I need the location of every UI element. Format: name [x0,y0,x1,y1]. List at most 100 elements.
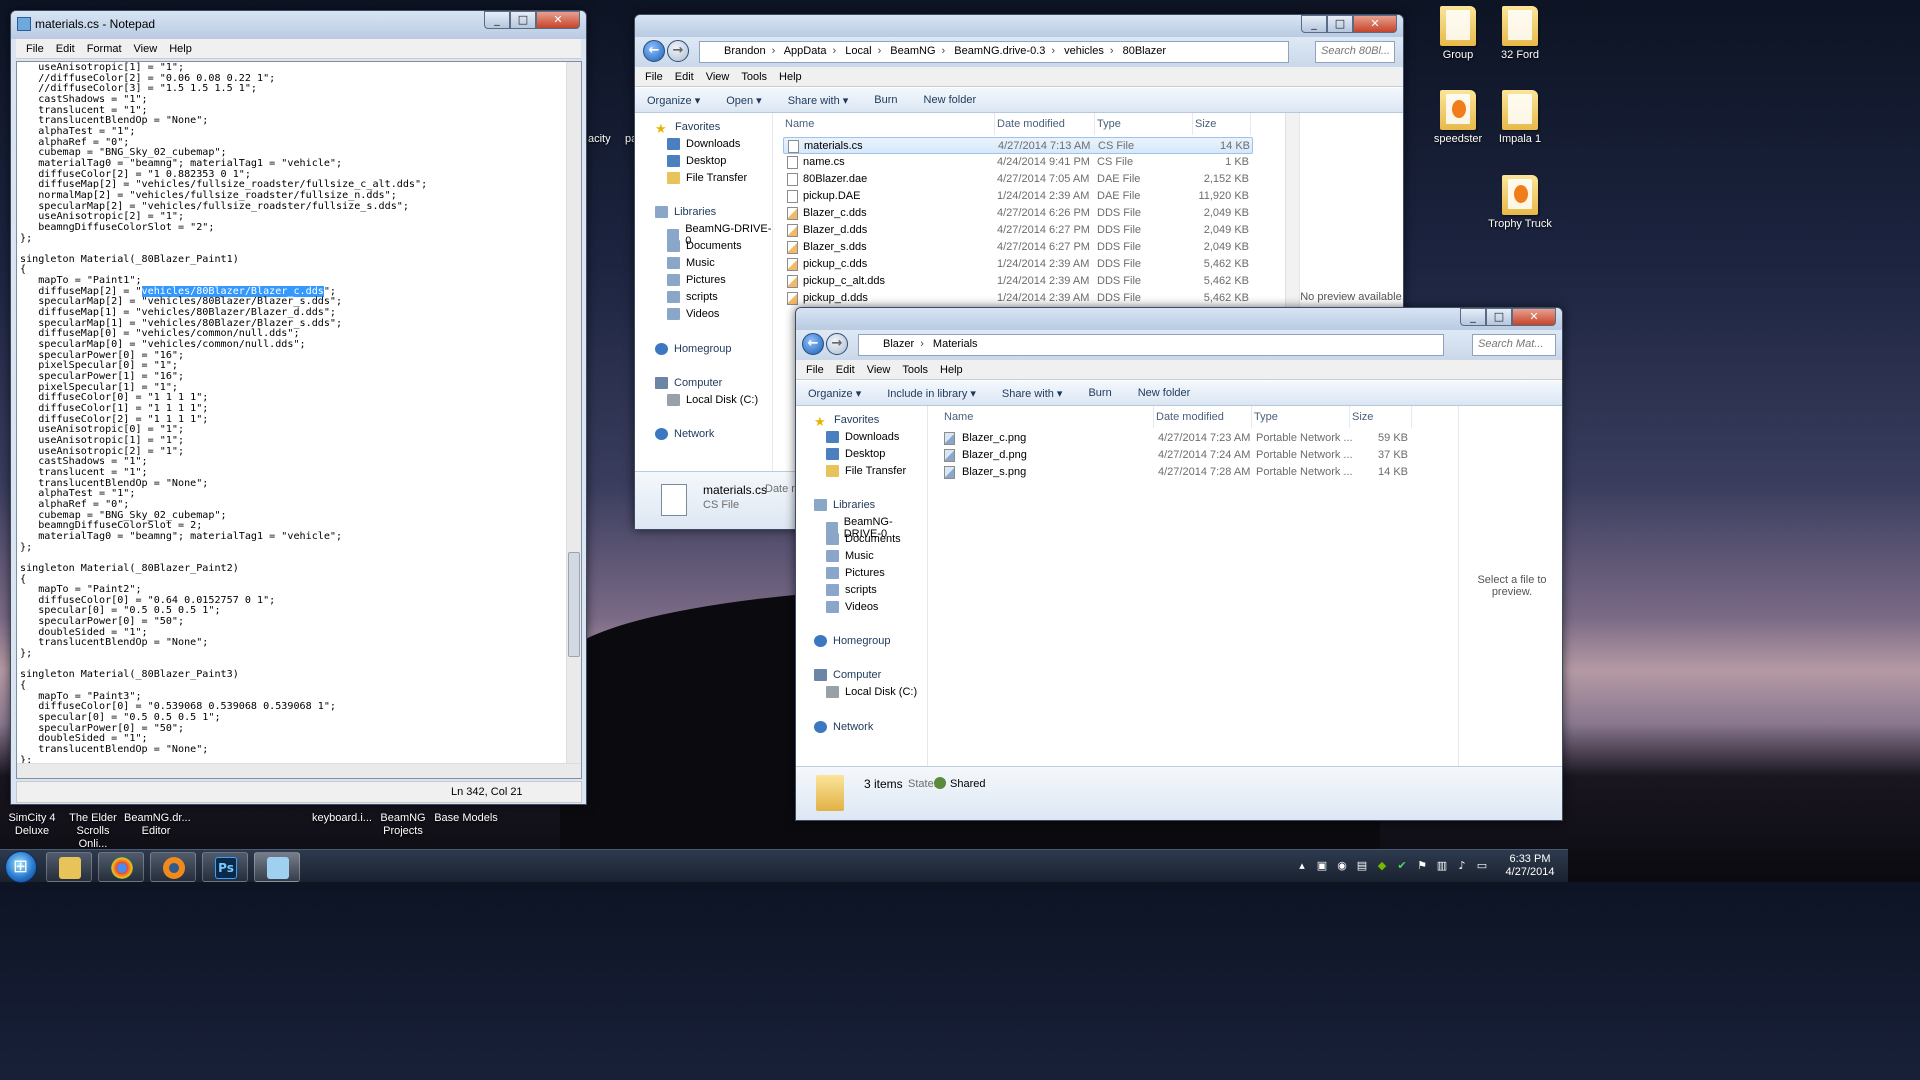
menu-help[interactable]: Help [779,71,802,83]
breadcrumb[interactable]: BeamNG.drive-0.3 [954,45,1045,57]
display-icon[interactable]: ▭ [1474,859,1490,873]
include-in-library-button[interactable]: Include in library ▾ [887,387,976,400]
vertical-scrollbar[interactable] [566,62,581,778]
burn-button[interactable]: Burn [1088,387,1111,399]
file-row[interactable]: Blazer_c.dds 4/27/2014 6:26 PM DDS File 2,0… [783,205,1253,222]
column-header-date[interactable]: Date modified [1156,406,1252,428]
maximize-button[interactable]: □ [510,11,536,29]
nav-lib-scripts[interactable]: scripts [667,291,718,303]
nav-computer[interactable]: Computer [655,377,722,389]
menu-view[interactable]: View [134,43,158,55]
file-row[interactable]: Blazer_s.png 4/27/2014 7:28 AM Portable Ne… [940,464,1420,481]
close-button[interactable]: ✕ [1353,15,1397,33]
menu-file[interactable]: File [806,364,824,376]
editor-text[interactable]: useAnisotropic[1] = "1"; //diffuseColor[… [17,62,581,766]
breadcrumb[interactable]: Materials [933,338,978,350]
close-button[interactable]: ✕ [536,11,580,29]
tray-app-icon[interactable]: ▤ [1354,859,1370,873]
titlebar[interactable]: _ □ ✕ [635,15,1403,37]
tray-check-icon[interactable]: ✔ [1394,859,1410,873]
back-button[interactable]: ← [802,333,824,355]
nav-lib-pictures[interactable]: Pictures [826,567,885,579]
nav-lib-scripts[interactable]: scripts [826,584,877,596]
tray-app-icon[interactable]: ▣ [1314,859,1330,873]
nvidia-icon[interactable]: ◆ [1374,859,1390,873]
new-folder-button[interactable]: New folder [924,94,977,106]
file-row[interactable]: name.cs 4/24/2014 9:41 PM CS File 1 KB [783,154,1253,171]
nav-favorites[interactable]: ★ Favorites [814,414,879,429]
file-row[interactable]: Blazer_s.dds 4/27/2014 6:27 PM DDS File 2,0… [783,239,1253,256]
address-bar[interactable]: Blazer › Materials [858,334,1444,356]
file-row[interactable]: Blazer_c.png 4/27/2014 7:23 AM Portable Ne… [940,430,1420,447]
start-button[interactable] [5,851,37,883]
burn-button[interactable]: Burn [874,94,897,106]
menu-file[interactable]: File [26,43,44,55]
maximize-button[interactable]: □ [1327,15,1353,33]
menu-edit[interactable]: Edit [836,364,855,376]
nav-lib-music[interactable]: Music [826,550,874,562]
nav-libraries[interactable]: Libraries [814,499,875,511]
clock[interactable]: 6:33 PM 4/27/2014 [1500,853,1560,879]
file-row[interactable]: pickup_c.dds 1/24/2014 2:39 AM DDS File 5,4… [783,256,1253,273]
minimize-button[interactable]: _ [1301,15,1327,33]
nav-file-transfer[interactable]: File Transfer [667,172,747,184]
nav-lib-documents[interactable]: Documents [826,533,901,545]
column-header-name[interactable]: Name [944,406,1154,428]
breadcrumb[interactable]: vehicles [1064,45,1104,57]
taskbar-chrome[interactable] [98,852,144,882]
nav-downloads[interactable]: Downloads [667,138,740,150]
file-row[interactable]: Blazer_d.dds 4/27/2014 6:27 PM DDS File 2,0… [783,222,1253,239]
menu-help[interactable]: Help [940,364,963,376]
desktop-icon-keyboard[interactable]: keyboard.i... [310,812,374,825]
taskbar-photoshop[interactable]: Ps [202,852,248,882]
menu-view[interactable]: View [867,364,891,376]
file-row[interactable]: pickup_c_alt.dds 1/24/2014 2:39 AM DDS Fil… [783,273,1253,290]
nav-lib-videos[interactable]: Videos [826,601,878,613]
nav-homegroup[interactable]: Homegroup [655,343,731,355]
close-button[interactable]: ✕ [1512,308,1556,326]
desktop-icon-partial[interactable]: acity [588,133,611,146]
nav-file-transfer[interactable]: File Transfer [826,465,906,477]
nav-lib-videos[interactable]: Videos [667,308,719,320]
menu-help[interactable]: Help [169,43,192,55]
nav-lib-pictures[interactable]: Pictures [667,274,726,286]
breadcrumb[interactable]: AppData [784,45,827,57]
nav-desktop[interactable]: Desktop [667,155,726,167]
search-input[interactable]: Search 80Bl... [1315,41,1395,63]
desktop-icon-beamng-projects[interactable]: BeamNG Projects [378,812,428,838]
volume-icon[interactable]: ♪ [1454,859,1470,873]
taskbar-notepad[interactable] [254,852,300,882]
file-row[interactable]: Blazer_d.png 4/27/2014 7:24 AM Portable Ne… [940,447,1420,464]
share-with-button[interactable]: Share with ▾ [1002,387,1063,400]
column-header-size[interactable]: Size [1195,113,1251,135]
nav-lib-documents[interactable]: Documents [667,240,742,252]
taskbar-blender[interactable] [150,852,196,882]
taskbar-explorer[interactable] [46,852,92,882]
open-button[interactable]: Open ▾ [726,94,762,107]
desktop-icon-impala[interactable]: Impala 1 [1480,90,1560,145]
desktop-icon-32ford[interactable]: 32 Ford [1480,6,1560,61]
search-input[interactable]: Search Mat... [1472,334,1556,356]
file-row[interactable]: pickup.DAE 1/24/2014 2:39 AM DAE File 11,92… [783,188,1253,205]
column-header-type[interactable]: Type [1097,113,1193,135]
scrollbar-thumb[interactable] [568,552,580,657]
column-header-date[interactable]: Date modified [997,113,1095,135]
notepad-window[interactable]: materials.cs - Notepad _ □ ✕ File Edit F… [10,10,587,805]
flag-icon[interactable]: ⚑ [1414,859,1430,873]
nav-local-disk[interactable]: Local Disk (C:) [826,686,917,698]
forward-button[interactable]: → [826,333,848,355]
file-row[interactable]: 80Blazer.dae 4/27/2014 7:05 AM DAE File 2,1… [783,171,1253,188]
desktop-icon-beamng-editor[interactable]: BeamNG.dr... Editor [124,812,191,838]
desktop-icon-base-models[interactable]: Base Models [434,812,498,825]
nav-network[interactable]: Network [655,428,714,440]
menu-tools[interactable]: Tools [741,71,767,83]
nav-downloads[interactable]: Downloads [826,431,899,443]
nav-homegroup[interactable]: Homegroup [814,635,890,647]
breadcrumb[interactable]: Local [845,45,871,57]
organize-button[interactable]: Organize ▾ [647,94,700,107]
selected-text[interactable]: vehicles/80Blazer/Blazer_c.dds [141,285,324,297]
text-editor[interactable]: useAnisotropic[1] = "1"; //diffuseColor[… [16,61,582,779]
file-row[interactable]: materials.cs 4/27/2014 7:13 AM CS File 14 K… [783,137,1253,154]
nav-desktop[interactable]: Desktop [826,448,885,460]
breadcrumb[interactable]: BeamNG [890,45,935,57]
